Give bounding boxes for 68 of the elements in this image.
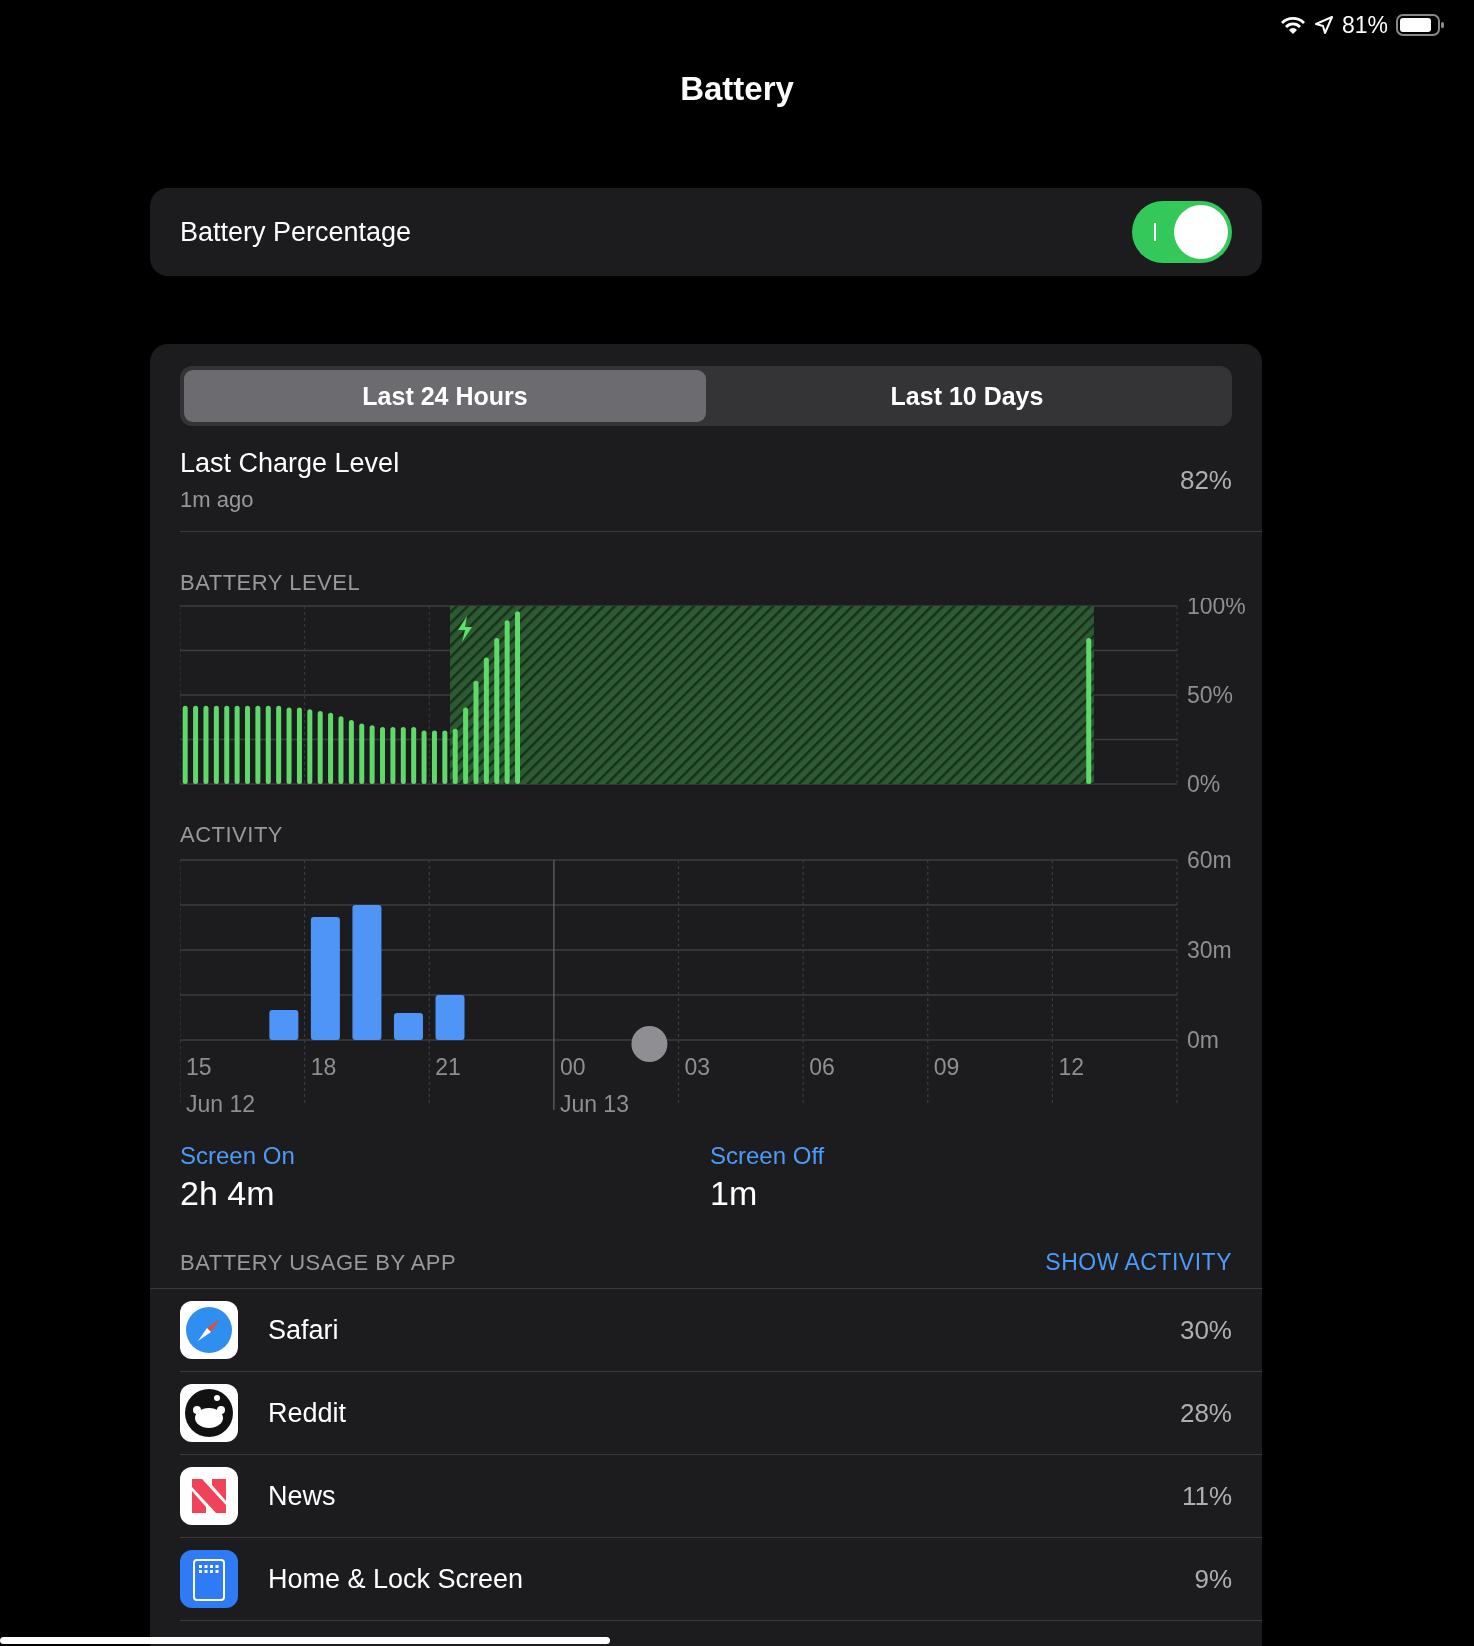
last-charge-label: Last Charge Level — [180, 448, 400, 479]
activity-bar — [394, 1013, 423, 1040]
segment-tab[interactable]: Last 24 Hours — [184, 370, 706, 422]
x-axis-label: 15 — [186, 1054, 212, 1080]
activity-bar — [269, 1010, 299, 1040]
battery-bar — [442, 730, 448, 784]
battery-bar — [348, 719, 354, 784]
date-label: Jun 12 — [186, 1091, 256, 1117]
charging-bolt-icon — [458, 616, 472, 642]
news-icon — [180, 1467, 238, 1525]
section-header: BATTERY USAGE BY APP — [180, 1250, 457, 1276]
x-axis-label: 21 — [435, 1054, 461, 1080]
app-row[interactable]: Home & Lock Screen 9% — [180, 1538, 1262, 1621]
y-axis-label: 0m — [1187, 1027, 1219, 1053]
location-arrow-icon — [1313, 15, 1334, 35]
keypad-icon — [180, 1550, 238, 1608]
y-axis-label: 50% — [1187, 682, 1234, 708]
battery-bar — [421, 730, 427, 784]
page-title: Battery — [679, 70, 795, 108]
app-usage-percent: 11% — [1181, 1480, 1232, 1512]
battery-bar — [369, 725, 375, 784]
x-axis-label: 18 — [310, 1054, 337, 1080]
y-axis-label: 0% — [1187, 771, 1221, 792]
x-axis-label: 09 — [933, 1054, 960, 1080]
screen-time-value: 2h 4m — [180, 1174, 276, 1213]
battery-bar — [328, 712, 334, 784]
battery-bar — [400, 727, 406, 784]
screen-time-value: 1m — [710, 1174, 759, 1213]
last-charge-value: 82% — [1179, 465, 1232, 496]
app-name: Home & Lock Screen — [268, 1563, 525, 1595]
battery-bar — [390, 727, 396, 784]
x-axis-label: 00 — [559, 1054, 586, 1080]
app-name: News — [268, 1480, 337, 1512]
battery-icon — [1396, 13, 1446, 37]
battery-bar — [431, 730, 437, 784]
app-row[interactable]: News 11% — [180, 1455, 1262, 1538]
battery-bar — [452, 728, 458, 784]
screen-time-label: Screen Off — [710, 1142, 826, 1170]
app-usage-percent: 30% — [1179, 1314, 1232, 1346]
battery-bar — [338, 716, 344, 784]
x-axis-label: 12 — [1058, 1054, 1084, 1080]
screen-time-label: Screen On — [180, 1142, 296, 1170]
setting-label: Battery Percentage — [180, 216, 412, 248]
show-activity-link[interactable]: SHOW ACTIVITY — [1045, 1249, 1232, 1276]
battery-bar — [411, 727, 417, 784]
battery-bar — [359, 723, 365, 784]
segment-tab[interactable]: Last 10 Days — [706, 370, 1228, 422]
y-axis-label: 60m — [1187, 850, 1232, 873]
app-row[interactable]: Reddit 28% — [180, 1372, 1262, 1455]
app-name: Safari — [268, 1314, 340, 1346]
x-axis-label: 06 — [809, 1054, 835, 1080]
chart-title: ACTIVITY — [180, 822, 284, 848]
app-usage-percent: 28% — [1179, 1397, 1232, 1429]
y-axis-label: 30m — [1187, 937, 1232, 963]
chart-title: BATTERY LEVEL — [180, 570, 362, 596]
y-axis-label: 100% — [1187, 598, 1246, 619]
compass-icon — [180, 1301, 238, 1359]
app-name: Reddit — [268, 1397, 348, 1429]
activity-bar — [435, 995, 465, 1040]
scrubber-handle[interactable] — [631, 1026, 668, 1062]
wifi-icon — [1279, 15, 1306, 35]
battery-bar — [380, 727, 385, 784]
app-row[interactable]: Safari 30% — [180, 1289, 1262, 1372]
last-charge-time: 1m ago — [180, 487, 255, 513]
app-usage-percent: 9% — [1194, 1563, 1232, 1595]
x-axis-label: 03 — [684, 1054, 711, 1080]
date-label: Jun 13 — [559, 1091, 629, 1117]
battery-percent: 81% — [1341, 11, 1388, 39]
